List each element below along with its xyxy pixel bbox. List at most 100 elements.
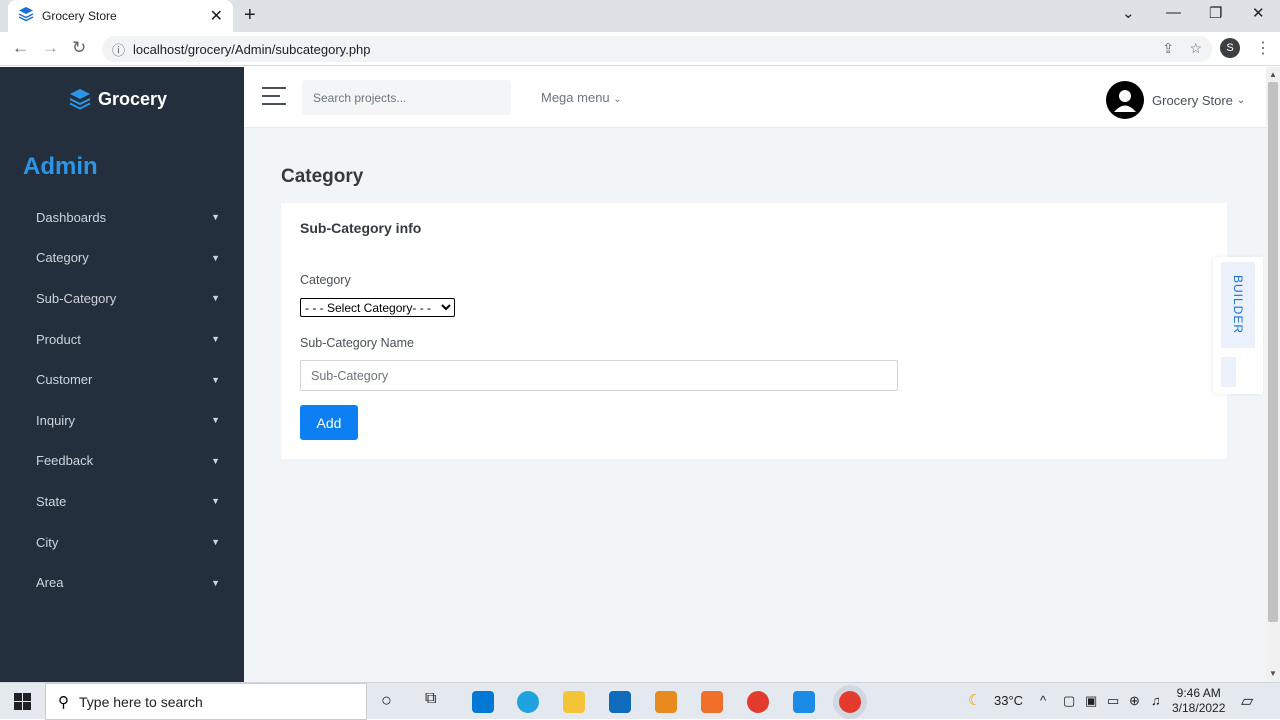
tab-title: Grocery Store (42, 9, 117, 23)
forward-icon[interactable]: → (42, 38, 59, 58)
phone-app-icon[interactable] (793, 691, 815, 713)
tray-app-icon[interactable]: ▣ (1085, 693, 1097, 709)
windows-start-icon[interactable] (14, 693, 31, 715)
subcategory-name-input[interactable] (300, 360, 898, 391)
battery-icon[interactable]: ▭ (1107, 693, 1119, 709)
sidebar-item-inquiry[interactable]: Inquiry ▼ (0, 400, 244, 441)
task-view-icon[interactable]: ⧉ (425, 690, 436, 708)
sidebar-item-category[interactable]: Category ▼ (0, 238, 244, 279)
top-navbar: Mega menu ⌄ Grocery Store ⌄ (244, 67, 1266, 128)
scroll-up-icon[interactable]: ▲ (1269, 70, 1277, 79)
sidebar-item-area[interactable]: Area ▼ (0, 562, 244, 603)
chevron-down-icon: ▼ (211, 374, 220, 385)
builder-tab[interactable]: BUILDER (1221, 262, 1255, 348)
tab-search-icon[interactable]: ⌄ (1122, 4, 1135, 22)
minimize-icon[interactable]: — (1166, 4, 1181, 21)
user-menu[interactable]: Grocery Store ⌄ (1106, 81, 1245, 119)
sidebar-menu: Dashboards ▼ Category ▼ Sub-Category ▼ Prod… (0, 197, 244, 603)
category-select[interactable]: - - - Select Category- - - (300, 298, 455, 317)
page-title: Category (281, 166, 364, 187)
chevron-down-icon: ▼ (211, 293, 220, 304)
sidebar-item-state[interactable]: State ▼ (0, 481, 244, 522)
builder-label: BUILDER (1231, 275, 1245, 335)
notifications-icon[interactable]: ▱ (1241, 691, 1253, 711)
url-text: localhost/grocery/Admin/subcategory.php (133, 41, 371, 57)
network-icon[interactable]: ⊕ (1129, 693, 1140, 709)
sidebar-item-label: Product (36, 331, 81, 347)
subcategory-name-label: Sub-Category Name (300, 336, 414, 350)
store-icon[interactable] (472, 691, 494, 713)
window-close-icon[interactable]: ✕ (1252, 4, 1265, 22)
back-icon[interactable]: ← (12, 38, 29, 58)
chevron-down-icon: ▼ (211, 252, 220, 263)
chevron-down-icon: ▼ (211, 212, 220, 223)
category-label: Category (300, 273, 351, 287)
sidebar-item-feedback[interactable]: Feedback ▼ (0, 441, 244, 482)
chevron-down-icon: ▼ (211, 537, 220, 548)
sidebar-item-customer[interactable]: Customer ▼ (0, 359, 244, 400)
scroll-down-icon[interactable]: ▼ (1269, 669, 1277, 678)
browser-menu-icon[interactable]: ⋮ (1255, 38, 1271, 58)
browser-toolbar: ← → ↻ ⓘ localhost/grocery/Admin/subcateg… (0, 32, 1280, 66)
builder-secondary-tab[interactable] (1221, 357, 1236, 387)
share-icon[interactable]: ⇪ (1162, 40, 1174, 57)
mail-icon[interactable] (609, 691, 631, 713)
sidebar-item-label: City (36, 534, 59, 550)
temperature-text: 33°C (994, 693, 1024, 708)
brand-name: Grocery (98, 88, 168, 109)
system-clock[interactable]: 9:46 AM 3/18/2022 (1172, 686, 1225, 716)
sidebar-item-label: Sub-Category (36, 290, 117, 306)
sidebar-item-product[interactable]: Product ▼ (0, 319, 244, 360)
profile-avatar[interactable]: S (1220, 38, 1240, 58)
meet-now-icon[interactable]: ▢ (1063, 693, 1075, 709)
new-tab-icon[interactable]: + (244, 4, 256, 27)
sidebar-item-dashboards[interactable]: Dashboards ▼ (0, 197, 244, 238)
taskbar-search-box[interactable]: ⚲ Type here to search (45, 683, 367, 720)
sidebar-role-title: Admin (23, 153, 98, 180)
weather-moon-icon[interactable]: ☾ (968, 691, 981, 709)
taskbar-search-text: Type here to search (79, 693, 203, 710)
xampp-icon[interactable] (701, 691, 723, 713)
main-content: Category Sub-Category info Category - - … (244, 128, 1266, 682)
reload-icon[interactable]: ↻ (72, 38, 86, 58)
restore-icon[interactable]: ❐ (1209, 4, 1222, 22)
file-explorer-icon[interactable] (563, 691, 585, 713)
edge-icon[interactable] (517, 691, 539, 713)
chrome-icon[interactable] (747, 691, 769, 713)
add-button[interactable]: Add (300, 405, 358, 440)
sidebar-item-label: Dashboards (36, 209, 107, 225)
address-bar[interactable]: ⓘ localhost/grocery/Admin/subcategory.ph… (102, 36, 1212, 62)
hamburger-menu-icon[interactable] (262, 87, 286, 111)
mega-menu-label: Mega menu (541, 90, 610, 105)
brand-logo[interactable]: Grocery (68, 87, 167, 111)
clock-time: 9:46 AM (1176, 686, 1221, 700)
sidebar-item-label: Customer (36, 372, 93, 388)
chevron-down-icon: ▼ (211, 415, 220, 426)
search-input[interactable] (302, 80, 511, 115)
bookmark-star-icon[interactable]: ☆ (1189, 40, 1202, 57)
chevron-down-icon: ▼ (211, 334, 220, 345)
site-info-icon[interactable]: ⓘ (112, 40, 125, 59)
cortana-icon[interactable]: ○ (381, 690, 392, 711)
page-scrollbar[interactable]: ▲ ▼ (1266, 67, 1280, 682)
chrome-active-icon[interactable] (839, 691, 861, 713)
os-taskbar: ⚲ Type here to search ○ ⧉ ☾ 33°C ^ ▢ ▣ ▭… (0, 682, 1280, 720)
user-name: Grocery Store (1152, 92, 1233, 108)
sidebar-item-sub-category[interactable]: Sub-Category ▼ (0, 278, 244, 319)
tab-close-icon[interactable]: ✕ (210, 6, 223, 26)
chevron-down-icon: ▼ (211, 496, 220, 507)
builder-panel-toggle[interactable]: BUILDER (1213, 257, 1263, 394)
user-avatar-icon (1106, 81, 1144, 119)
sidebar-item-label: Feedback (36, 453, 94, 469)
sidebar-item-city[interactable]: City ▼ (0, 522, 244, 563)
scrollbar-thumb[interactable] (1268, 82, 1278, 622)
tray-chevron-up-icon[interactable]: ^ (1040, 693, 1046, 708)
sublime-text-icon[interactable] (655, 691, 677, 713)
browser-tab[interactable]: Grocery Store ✕ (8, 0, 233, 32)
sidebar-item-label: Inquiry (36, 412, 76, 428)
sidebar-item-label: Area (36, 575, 64, 591)
sidebar: Grocery Admin Dashboards ▼ Category ▼ Sub-… (0, 67, 244, 682)
volume-icon[interactable]: ♫ (1151, 693, 1161, 708)
mega-menu-dropdown[interactable]: Mega menu ⌄ (541, 90, 622, 105)
subcategory-form-card: Sub-Category info Category - - - Select … (281, 203, 1227, 459)
